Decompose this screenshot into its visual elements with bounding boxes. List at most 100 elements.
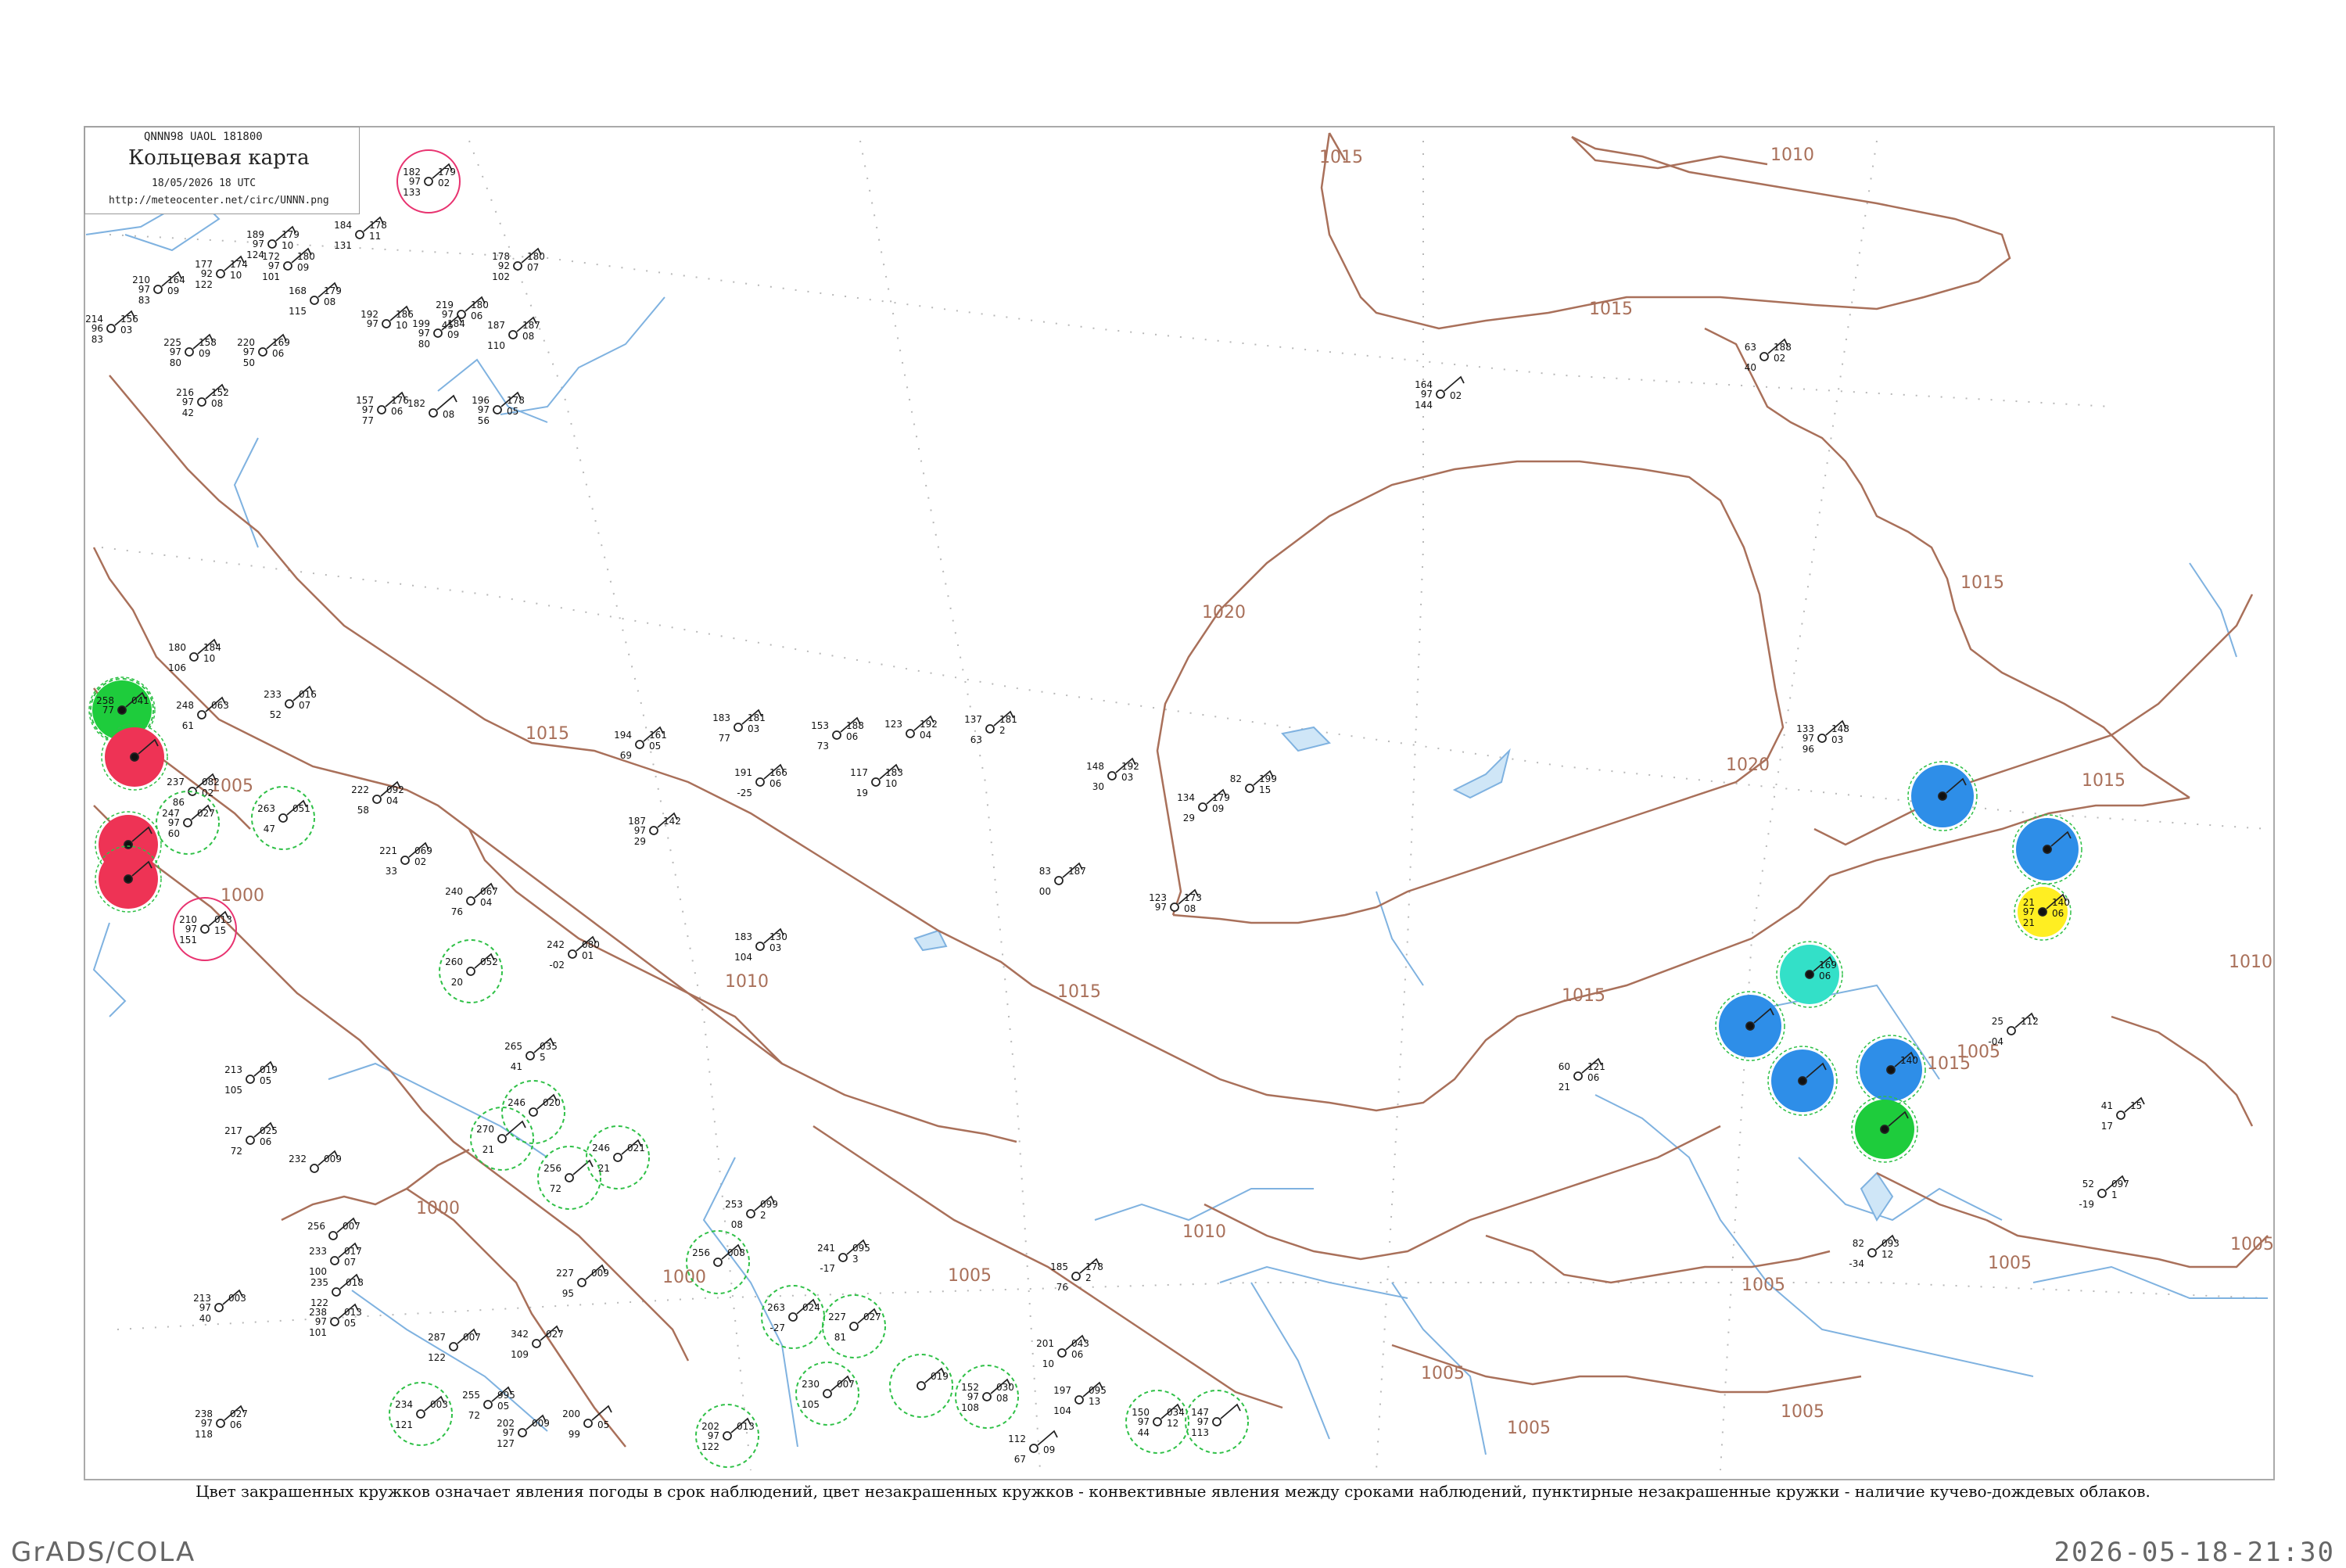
temperature-value: 92 — [498, 260, 510, 271]
station-circle — [532, 1339, 541, 1348]
tendency-value: 016 — [299, 689, 317, 700]
tendency-value: 025 — [260, 1125, 278, 1136]
visibility-value: 08 — [443, 409, 454, 420]
visibility-value: 06 — [1587, 1072, 1599, 1083]
visibility-value: 06 — [391, 406, 403, 417]
dewpoint-value: 77 — [362, 415, 374, 426]
tendency-value: 199 — [1259, 773, 1277, 784]
isobar-label: 1010 — [2229, 953, 2272, 972]
tendency-value: 158 — [199, 337, 217, 348]
dewpoint-value: 100 — [309, 1266, 327, 1277]
tendency-value: 187 — [1068, 866, 1086, 877]
visibility-value: 01 — [582, 950, 594, 961]
visibility-value: 03 — [769, 942, 781, 953]
tendency-value: 188 — [1774, 342, 1792, 353]
dewpoint-value: 108 — [961, 1402, 979, 1413]
temperature-value: 97 — [1421, 389, 1433, 400]
isobar-label: 1015 — [1057, 982, 1101, 1002]
tendency-value: 181 — [999, 714, 1017, 725]
station-circle — [493, 405, 502, 414]
visibility-value: 11 — [369, 231, 381, 242]
visibility-value: 06 — [769, 778, 781, 789]
isobar-label: 1020 — [1726, 755, 1770, 775]
pressure-value: 82 — [1853, 1238, 1864, 1249]
station-circle — [355, 230, 364, 239]
tendency-value: 021 — [627, 1143, 645, 1154]
visibility-value: 08 — [211, 398, 223, 409]
visibility-value: 06 — [272, 348, 284, 359]
tendency-value: 112 — [2021, 1016, 2039, 1027]
visibility-value: 2 — [760, 1210, 766, 1221]
dewpoint-value: 29 — [634, 836, 646, 847]
dewpoint-value: 95 — [562, 1288, 574, 1299]
dewpoint-value: 110 — [487, 340, 505, 351]
tendency-value: 013 — [737, 1421, 755, 1432]
visibility-value: 05 — [260, 1075, 271, 1086]
dewpoint-value: 101 — [262, 271, 280, 282]
temperature-value: 97 — [199, 1302, 211, 1313]
pressure-value: 185 — [1050, 1261, 1068, 1272]
dewpoint-value: 76 — [451, 906, 463, 917]
pressure-value: 197 — [1053, 1385, 1071, 1396]
dewpoint-value: 30 — [1092, 781, 1104, 792]
tendency-value: 093 — [1881, 1238, 1899, 1249]
tendency-value: 027 — [197, 808, 215, 819]
pressure-value: 182 — [407, 398, 425, 409]
tendency-value: 063 — [211, 700, 229, 711]
tendency-value: 142 — [663, 816, 681, 827]
tendency-value: 007 — [343, 1221, 361, 1232]
visibility-value: 03 — [1121, 772, 1133, 783]
map-title: Кольцевая карта — [128, 146, 310, 170]
station-circle — [400, 856, 410, 865]
dewpoint-value: -27 — [769, 1322, 785, 1333]
isobar-label: 1005 — [1781, 1402, 1824, 1422]
station-circle — [2097, 1189, 2107, 1198]
station-circle — [1170, 902, 1179, 912]
station-circle — [565, 1173, 574, 1182]
station-circle — [214, 1303, 224, 1312]
visibility-value: 5 — [540, 1052, 546, 1063]
pressure-value: 213 — [224, 1064, 242, 1075]
visibility-value: 12 — [1881, 1249, 1893, 1260]
station-circle — [508, 330, 518, 339]
tendency-value: 041 — [131, 695, 149, 706]
station-circle — [713, 1258, 723, 1267]
pressure-value: 227 — [556, 1268, 574, 1279]
temperature-value: 97 — [503, 1427, 515, 1438]
station-circle — [267, 239, 277, 249]
tendency-value: 995 — [497, 1390, 515, 1401]
station-circle — [755, 942, 765, 951]
dewpoint-value: 21 — [598, 1163, 610, 1174]
station-circle — [1867, 1248, 1877, 1258]
tendency-value: 003 — [430, 1399, 448, 1410]
pressure-value: 242 — [547, 939, 565, 950]
dewpoint-value: 101 — [309, 1327, 327, 1338]
dewpoint-value: 104 — [734, 952, 752, 963]
tendency-value: 082 — [202, 777, 220, 788]
temperature-value: 97 — [708, 1430, 719, 1441]
station-circle — [372, 795, 382, 804]
isobar-label: 1000 — [221, 886, 264, 906]
dewpoint-value: 40 — [1745, 362, 1756, 373]
isobar-label: 1000 — [416, 1199, 460, 1218]
isobar-label: 1015 — [526, 724, 569, 744]
tendency-value: 188 — [846, 720, 864, 731]
dewpoint-value: 41 — [511, 1061, 522, 1072]
station-circle — [246, 1075, 255, 1084]
visibility-value: 10 — [396, 320, 407, 331]
visibility-value: 10 — [203, 653, 215, 664]
visibility-value: 05 — [507, 406, 518, 417]
tendency-value: 030 — [996, 1382, 1014, 1393]
dewpoint-value: 58 — [357, 805, 369, 816]
temperature-value: 97 — [967, 1391, 979, 1402]
station-circle — [424, 177, 433, 186]
source-url[interactable]: http://meteocenter.net/circ/UNNN.png — [109, 195, 329, 206]
visibility-value: 03 — [1831, 734, 1843, 745]
station-circle — [734, 723, 743, 732]
station-circle — [332, 1287, 341, 1297]
temperature-value: 97 — [182, 396, 194, 407]
pressure-value: 60 — [1559, 1061, 1570, 1072]
tendency-value: 092 — [386, 784, 404, 795]
tendency-value: 174 — [230, 259, 248, 270]
dewpoint-value: 50 — [243, 357, 255, 368]
